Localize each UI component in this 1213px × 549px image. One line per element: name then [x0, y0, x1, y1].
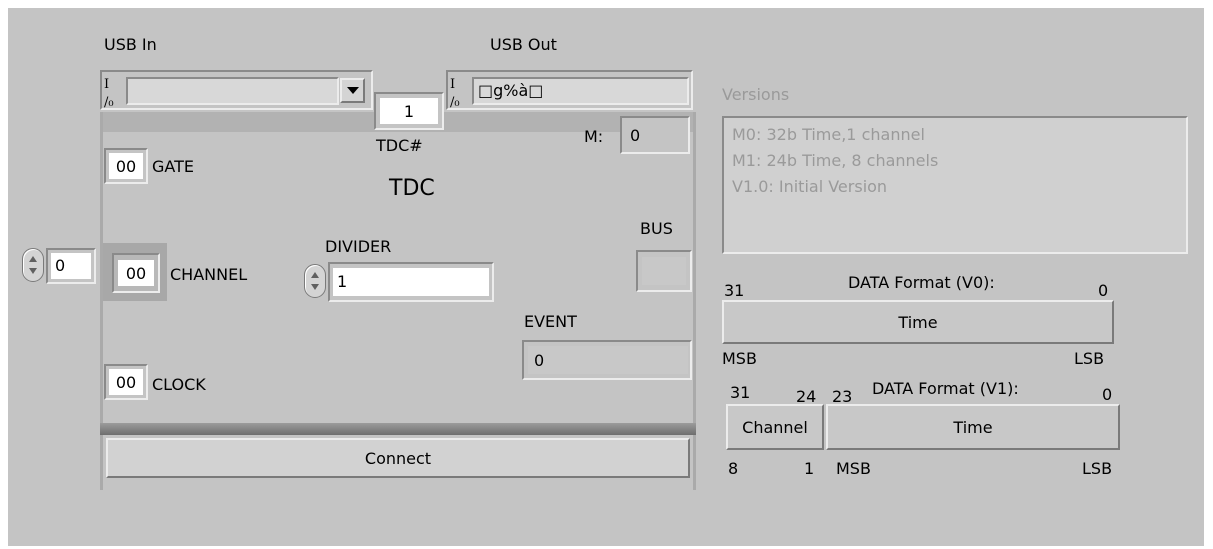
divider-input[interactable]: 1	[333, 268, 489, 296]
versions-textbox: M0: 32b Time,1 channel M1: 24b Time, 8 c…	[722, 116, 1188, 254]
v0-time-field: Time	[722, 300, 1114, 344]
left-numeric-input[interactable]: 0	[51, 253, 91, 279]
left-numeric-value: 0	[55, 256, 66, 275]
usb-in-label: USB In	[104, 35, 157, 54]
v0-bit-low: 0	[1098, 281, 1109, 300]
divider-spinner[interactable]	[304, 264, 326, 298]
m-label: M:	[584, 127, 604, 146]
left-numeric-spinner[interactable]	[22, 248, 44, 282]
clock-frame: 00	[104, 364, 148, 400]
usb-out-text: □g%à□	[478, 81, 544, 100]
tdc-title: TDC	[389, 176, 435, 201]
v1-channel-label: Channel	[742, 417, 808, 437]
v0-lsb: LSB	[1074, 349, 1105, 368]
gate-hex-display: 00	[109, 153, 143, 179]
tdc-number-label: TDC#	[376, 136, 423, 155]
channel-label: CHANNEL	[170, 265, 248, 284]
v1-title: DATA Format (V1):	[872, 379, 1019, 398]
divider-value: 1	[337, 272, 348, 291]
versions-label: Versions	[722, 85, 790, 104]
v0-msb: MSB	[722, 349, 757, 368]
v0-bit-high: 31	[724, 281, 745, 300]
tdc-number-value: 1	[403, 101, 415, 121]
bus-value	[642, 257, 686, 285]
clock-label: CLOCK	[152, 375, 206, 394]
bus-label: BUS	[640, 219, 673, 238]
v1-channel-sub-high: 8	[728, 459, 739, 478]
gate-value: 00	[115, 156, 137, 176]
v1-time-field: Time	[826, 404, 1120, 450]
v1-channel-field: Channel	[726, 404, 824, 450]
clock-value: 00	[115, 372, 137, 392]
divider-frame[interactable]: 1	[328, 262, 494, 302]
channel-frame: 00	[112, 253, 160, 293]
chevron-down-icon	[346, 86, 359, 94]
dropdown-arrow-button[interactable]	[340, 78, 365, 103]
io-icon: I/₀	[450, 77, 460, 110]
v1-time-bit-low: 0	[1102, 385, 1113, 404]
connect-button-label: Connect	[364, 448, 432, 468]
usb-out-label: USB Out	[490, 35, 557, 54]
m-indicator: 0	[620, 116, 690, 154]
usb-in-control[interactable]: I/₀	[100, 70, 373, 110]
versions-line: V1.0: Initial Version	[732, 177, 888, 196]
v0-title: DATA Format (V0):	[848, 273, 995, 292]
v1-time-label: Time	[953, 417, 993, 437]
connect-button[interactable]: Connect	[106, 438, 690, 478]
versions-line: M1: 24b Time, 8 channels	[732, 151, 939, 170]
gate-frame: 00	[104, 148, 148, 184]
usb-out-indicator: I/₀ □g%à□	[446, 70, 693, 110]
event-indicator: 0	[522, 340, 692, 380]
divider-label: DIVIDER	[325, 237, 392, 256]
versions-line: M0: 32b Time,1 channel	[732, 125, 925, 144]
event-display: 0	[528, 346, 688, 374]
gate-label: GATE	[152, 157, 194, 176]
left-numeric-frame[interactable]: 0	[46, 248, 96, 284]
channel-value: 00	[125, 263, 147, 283]
usb-in-value[interactable]	[126, 77, 339, 105]
usb-out-value: □g%à□	[472, 77, 689, 105]
bus-indicator	[636, 250, 692, 292]
io-icon: I/₀	[104, 77, 114, 110]
v0-time-label: Time	[898, 312, 938, 332]
tdc-number-frame[interactable]: 1	[374, 92, 444, 130]
v1-msb: MSB	[836, 459, 871, 478]
m-value: 0	[630, 126, 641, 145]
channel-hex-display: 00	[118, 260, 154, 286]
clock-hex-display: 00	[109, 369, 143, 395]
event-label: EVENT	[524, 312, 577, 331]
cluster-divider-bar	[100, 423, 696, 435]
event-value: 0	[534, 351, 545, 370]
v1-channel-bit-high: 31	[730, 383, 751, 402]
v1-channel-sub-low: 1	[804, 459, 815, 478]
v1-lsb: LSB	[1082, 459, 1113, 478]
tdc-number-input[interactable]: 1	[380, 98, 438, 124]
